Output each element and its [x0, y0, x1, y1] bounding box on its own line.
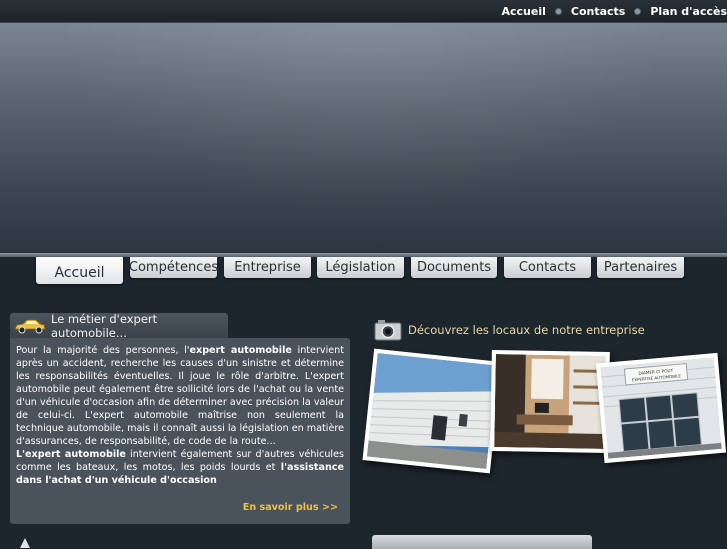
tab-legislation[interactable]: Législation	[317, 257, 404, 278]
metier-panel-body: Pour la majorité des personnes, l'expert…	[10, 338, 350, 524]
next-section-marker	[20, 538, 30, 548]
top-link-contacts[interactable]: Contacts	[571, 5, 625, 18]
bullet-separator	[634, 8, 641, 15]
text-strong: expert automobile	[190, 345, 292, 356]
text-strong: L'expert automobile	[16, 449, 126, 460]
building-exterior-image	[367, 353, 497, 469]
metier-paragraph-1: Pour la majorité des personnes, l'expert…	[16, 344, 344, 448]
photo-office-interior[interactable]	[490, 350, 610, 453]
tab-partenaires[interactable]: Partenaires	[597, 257, 684, 278]
next-section-tab	[372, 535, 592, 549]
metier-panel-header: Le métier d'expert automobile...	[10, 313, 228, 338]
top-links: Accueil Contacts Plan d'accès	[502, 3, 727, 19]
locaux-title: Découvrez les locaux de notre entreprise	[408, 323, 645, 337]
main-nav: Accueil Compétences Entreprise Législati…	[0, 257, 727, 289]
tab-competences[interactable]: Compétences	[130, 257, 217, 278]
camera-icon	[374, 319, 402, 341]
locaux-header: Découvrez les locaux de notre entreprise	[374, 318, 645, 342]
metier-title: Le métier d'expert automobile...	[51, 312, 228, 340]
photo-entrance[interactable]: DIAMER CI POUT EXPERTISE AUTOMOBILE	[596, 353, 726, 463]
bullet-separator	[555, 8, 562, 15]
top-link-accueil[interactable]: Accueil	[502, 5, 546, 18]
text-fragment: Pour la majorité des personnes, l'	[16, 345, 190, 356]
tab-entreprise[interactable]: Entreprise	[224, 257, 311, 278]
tab-accueil[interactable]: Accueil	[36, 257, 123, 284]
header-banner	[0, 23, 727, 253]
car-icon	[13, 317, 47, 335]
top-link-plan-acces[interactable]: Plan d'accès	[650, 5, 727, 18]
read-more-link[interactable]: En savoir plus >>	[243, 501, 338, 514]
photo-building-exterior[interactable]	[362, 349, 501, 474]
tab-documents[interactable]: Documents	[411, 257, 497, 278]
tab-contacts[interactable]: Contacts	[504, 257, 591, 278]
top-bar: Accueil Contacts Plan d'accès	[0, 0, 727, 23]
office-interior-image	[494, 354, 606, 449]
text-fragment: intervient après un accident, recherche …	[16, 345, 344, 447]
entrance-image: DIAMER CI POUT EXPERTISE AUTOMOBILE	[600, 357, 722, 459]
metier-paragraph-2: L'expert automobile intervient également…	[16, 448, 344, 487]
